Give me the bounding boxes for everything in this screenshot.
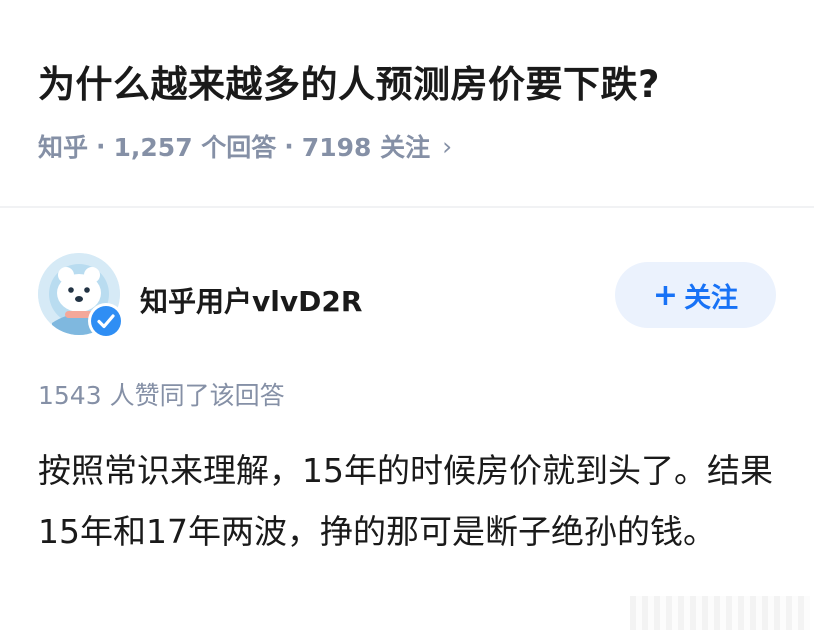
follow-label: 关注 xyxy=(684,282,739,314)
meta-separator: · xyxy=(96,131,106,161)
answer-card: 知乎用户vlvD2R + 关注 1543 人赞同了该回答 按照常识来理解，15年… xyxy=(0,208,814,636)
follow-button[interactable]: + 关注 xyxy=(615,262,776,328)
watermark xyxy=(630,596,810,630)
chevron-right-icon: › xyxy=(442,131,453,161)
verified-check-icon xyxy=(88,303,124,339)
zhihu-answer-page: 为什么越来越多的人预测房价要下跌? 知乎 · 1,257 个回答 · 7198 … xyxy=(0,0,814,636)
source-label: 知乎 xyxy=(38,133,89,162)
question-meta[interactable]: 知乎 · 1,257 个回答 · 7198 关注 › xyxy=(38,128,452,164)
question-title[interactable]: 为什么越来越多的人预测房价要下跌? xyxy=(38,54,660,108)
meta-separator: · xyxy=(284,131,294,161)
author-name[interactable]: 知乎用户vlvD2R xyxy=(140,280,362,320)
answer-count: 1,257 个回答 xyxy=(113,133,277,162)
plus-icon: + xyxy=(652,277,679,313)
question-header: 为什么越来越多的人预测房价要下跌? 知乎 · 1,257 个回答 · 7198 … xyxy=(0,0,814,206)
follower-count: 7198 关注 xyxy=(301,133,431,162)
answer-content[interactable]: 按照常识来理解，15年的时候房价就到头了。结果15年和17年两波，挣的那可是断子… xyxy=(38,440,778,562)
vote-count: 1543 人赞同了该回答 xyxy=(38,381,285,410)
